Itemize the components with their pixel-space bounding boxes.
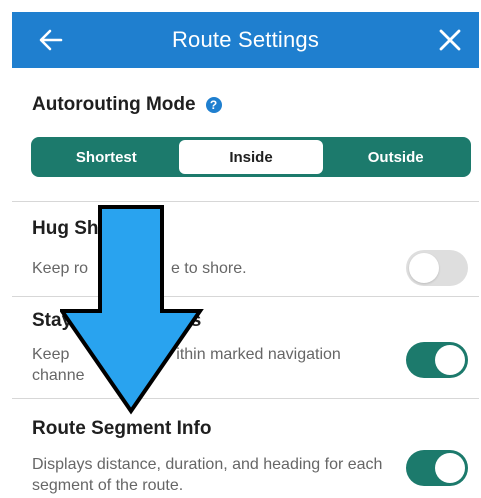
stay-in-channels-desc-line2: channe xyxy=(32,367,85,384)
autorouting-mode-title: Autorouting Mode xyxy=(32,94,196,115)
route-segment-info-description: Displays distance, duration, and heading… xyxy=(32,456,383,494)
close-icon[interactable] xyxy=(435,25,465,55)
toggle-knob xyxy=(435,345,465,375)
autorouting-mode-heading: Autorouting Mode ? xyxy=(32,94,222,116)
app-bar: Route Settings xyxy=(12,12,479,68)
hug-shore-toggle[interactable] xyxy=(406,250,468,286)
stay-in-channels-desc-start: Keep xyxy=(32,346,70,363)
hug-shore-title: Hug Sh xyxy=(32,218,99,239)
toggle-knob xyxy=(435,453,465,483)
stay-in-channels-title: Stay in els xyxy=(32,310,201,332)
hug-shore-desc-end: e to shore. xyxy=(170,260,247,277)
arrow-left-icon[interactable] xyxy=(36,25,66,55)
page-title: Route Settings xyxy=(171,27,320,52)
divider xyxy=(12,398,479,399)
route-segment-info-title: Route Segment Info xyxy=(32,418,212,439)
divider xyxy=(12,201,479,202)
help-icon[interactable]: ? xyxy=(205,97,222,113)
toggle-knob xyxy=(409,253,439,283)
stay-in-channels-title-start: Stay in xyxy=(32,310,95,331)
autorouting-mode-selector: Shortest Inside Outside xyxy=(31,137,471,177)
stay-in-channels-desc-end: ithin marked navigation xyxy=(176,346,341,363)
option-inside[interactable]: Inside xyxy=(178,140,324,174)
stay-in-channels-toggle[interactable] xyxy=(406,342,468,378)
divider xyxy=(12,296,479,297)
hug-shore-desc-start: Keep ro xyxy=(32,260,89,277)
option-outside[interactable]: Outside xyxy=(323,140,468,174)
option-shortest[interactable]: Shortest xyxy=(34,140,179,174)
stay-in-channels-description: Keep ithin marked navigation channe xyxy=(32,344,392,386)
route-settings-screen: Route Settings Autorouting Mode ? Shorte… xyxy=(0,0,481,498)
hug-shore-description: Keep ro e to shore. xyxy=(32,258,392,279)
stay-in-channels-title-end: els xyxy=(174,310,202,331)
route-segment-info-toggle[interactable] xyxy=(406,450,468,486)
